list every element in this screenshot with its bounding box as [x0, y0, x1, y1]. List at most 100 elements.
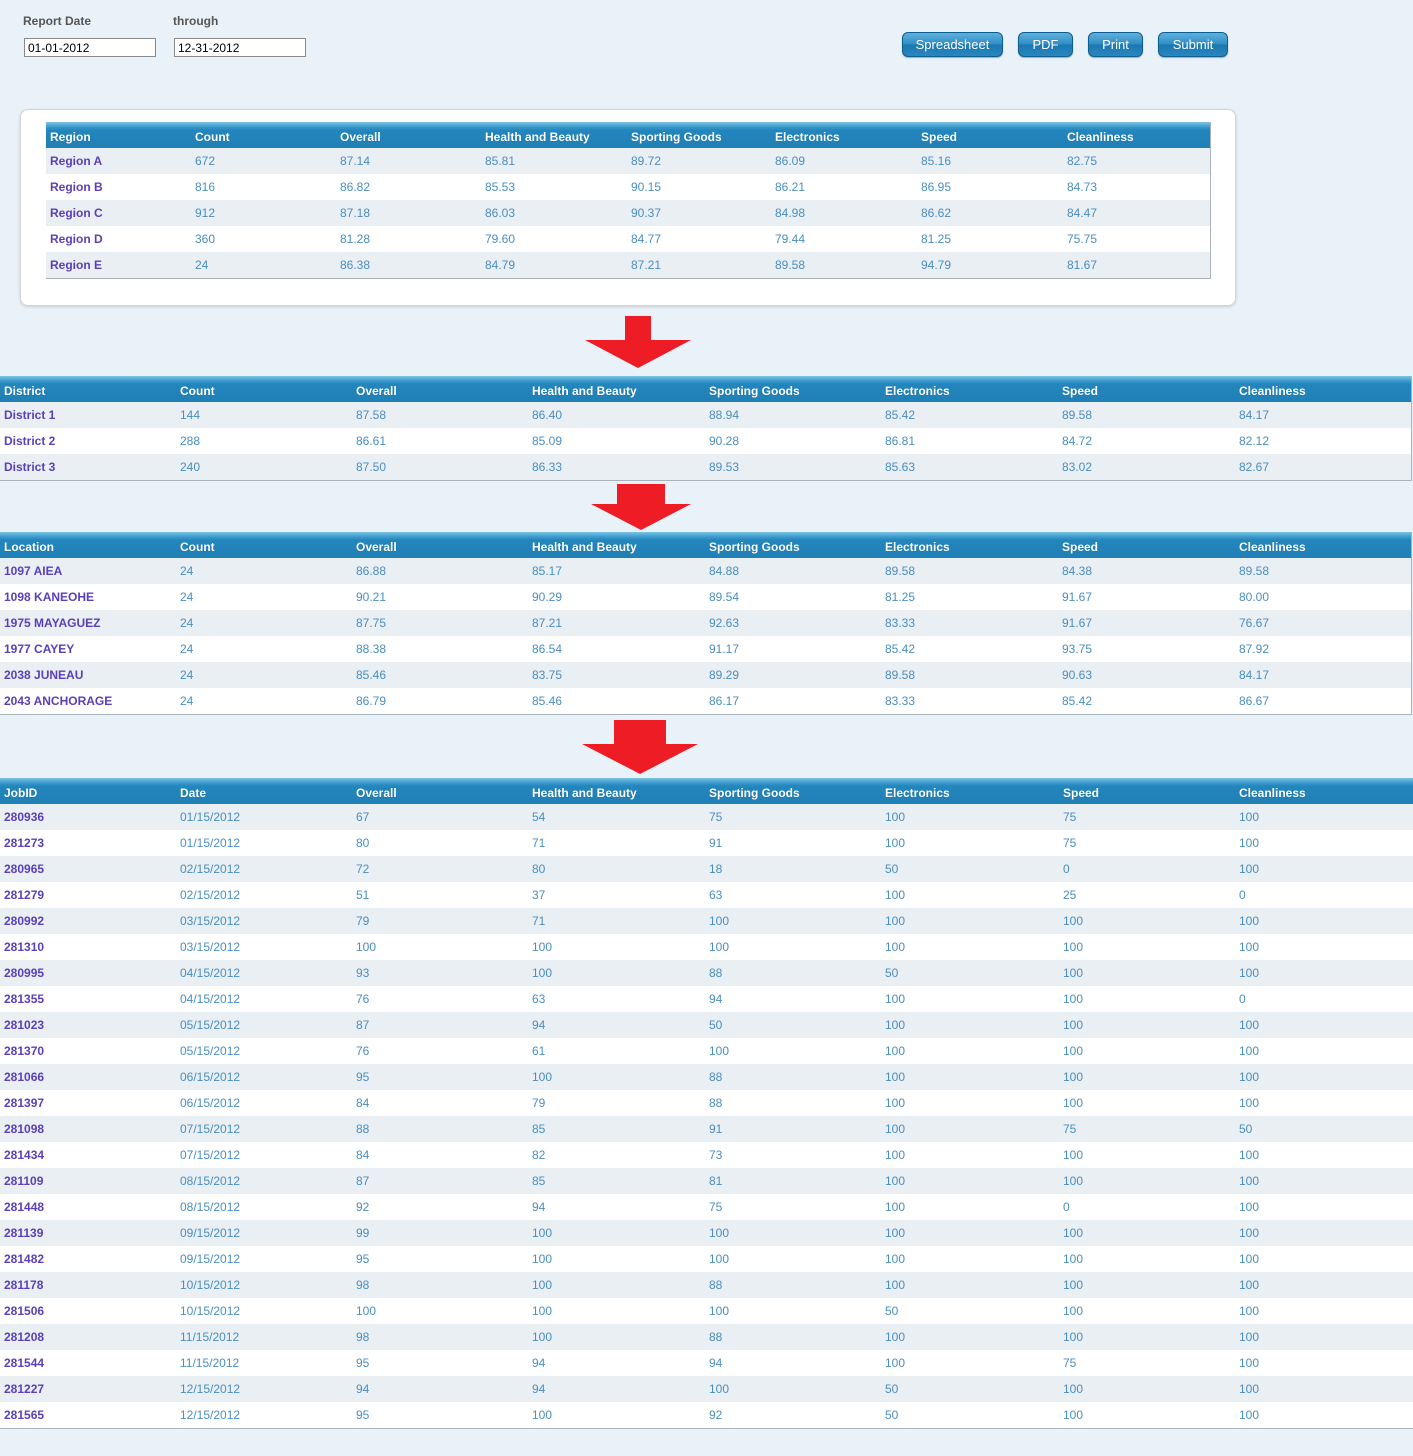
- column-header[interactable]: Overall: [352, 532, 528, 558]
- drill-down-link[interactable]: 281227: [4, 1382, 44, 1396]
- column-header[interactable]: Overall: [352, 376, 528, 402]
- drill-down-link[interactable]: Region A: [50, 154, 102, 168]
- drill-down-link[interactable]: 281279: [4, 888, 44, 902]
- column-header[interactable]: Region: [46, 122, 191, 148]
- drill-down-link[interactable]: Region C: [50, 206, 103, 220]
- row-key-cell: 281208: [0, 1324, 176, 1350]
- table-row: 281066 06/15/2012 95 100 88 100 100 100: [0, 1064, 1413, 1090]
- column-header[interactable]: Cleanliness: [1063, 122, 1210, 148]
- table-cell: 89.72: [627, 148, 771, 174]
- drill-down-link[interactable]: District 3: [4, 460, 55, 474]
- table-cell: 08/15/2012: [176, 1168, 352, 1194]
- column-header[interactable]: Sporting Goods: [627, 122, 771, 148]
- table-cell: 100: [881, 986, 1059, 1012]
- drill-down-link[interactable]: 1977 CAYEY: [4, 642, 74, 656]
- column-header[interactable]: JobID: [0, 778, 176, 804]
- drill-down-link[interactable]: 280992: [4, 914, 44, 928]
- drill-down-link[interactable]: 281448: [4, 1200, 44, 1214]
- column-header[interactable]: Electronics: [881, 376, 1058, 402]
- column-header[interactable]: Cleanliness: [1235, 778, 1413, 804]
- column-header[interactable]: Count: [176, 532, 352, 558]
- drill-down-link[interactable]: 281310: [4, 940, 44, 954]
- column-header[interactable]: District: [0, 376, 176, 402]
- table-cell: 100: [528, 1272, 705, 1298]
- drill-down-link[interactable]: 281098: [4, 1122, 44, 1136]
- drill-down-link[interactable]: 1098 KANEOHE: [4, 590, 94, 604]
- start-date-input[interactable]: [24, 38, 156, 57]
- table-cell: 100: [1059, 1064, 1235, 1090]
- submit-button[interactable]: Submit: [1158, 32, 1228, 57]
- print-button[interactable]: Print: [1088, 32, 1143, 57]
- drill-down-link[interactable]: 280936: [4, 810, 44, 824]
- table-cell: 100: [1235, 1220, 1413, 1246]
- column-header[interactable]: Sporting Goods: [705, 778, 881, 804]
- table-row: 281370 05/15/2012 76 61 100 100 100 100: [0, 1038, 1413, 1064]
- drill-down-link[interactable]: 281370: [4, 1044, 44, 1058]
- drill-down-link[interactable]: 281023: [4, 1018, 44, 1032]
- drill-down-link[interactable]: 280995: [4, 966, 44, 980]
- column-header[interactable]: Electronics: [881, 778, 1059, 804]
- table-cell: 100: [1235, 856, 1413, 882]
- column-header[interactable]: Speed: [1058, 532, 1235, 558]
- column-header[interactable]: Cleanliness: [1235, 532, 1411, 558]
- table-cell: 86.38: [336, 252, 481, 278]
- column-header[interactable]: Health and Beauty: [528, 376, 705, 402]
- drill-down-link[interactable]: 281544: [4, 1356, 44, 1370]
- column-header[interactable]: Speed: [917, 122, 1063, 148]
- drill-down-link[interactable]: 281355: [4, 992, 44, 1006]
- pdf-button[interactable]: PDF: [1018, 32, 1073, 57]
- drill-down-link[interactable]: 281565: [4, 1408, 44, 1422]
- table-cell: 84.88: [705, 558, 881, 584]
- column-header[interactable]: Speed: [1058, 376, 1235, 402]
- column-header[interactable]: Count: [176, 376, 352, 402]
- column-header[interactable]: Electronics: [881, 532, 1058, 558]
- drill-down-link[interactable]: 281482: [4, 1252, 44, 1266]
- column-header[interactable]: Health and Beauty: [528, 778, 705, 804]
- table-cell: 89.58: [771, 252, 917, 278]
- drill-down-link[interactable]: Region D: [50, 232, 103, 246]
- table-cell: 816: [191, 174, 336, 200]
- drill-down-link[interactable]: 280965: [4, 862, 44, 876]
- column-header[interactable]: Speed: [1059, 778, 1235, 804]
- table-cell: 90.63: [1058, 662, 1235, 688]
- table-cell: 85.63: [881, 454, 1058, 480]
- column-header[interactable]: Overall: [352, 778, 528, 804]
- column-header[interactable]: Sporting Goods: [705, 376, 881, 402]
- column-header[interactable]: Overall: [336, 122, 481, 148]
- table-row: 1975 MAYAGUEZ 24 87.75 87.21 92.63 83.33 91.67…: [0, 610, 1411, 636]
- drill-down-link[interactable]: 2038 JUNEAU: [4, 668, 83, 682]
- row-key-cell: 281544: [0, 1350, 176, 1376]
- drill-down-link[interactable]: 2043 ANCHORAGE: [4, 694, 112, 708]
- drill-down-link[interactable]: 281178: [4, 1278, 43, 1292]
- drill-down-link[interactable]: District 2: [4, 434, 55, 448]
- drill-down-link[interactable]: 1097 AIEA: [4, 564, 62, 578]
- table-cell: 88: [705, 1064, 881, 1090]
- spreadsheet-button[interactable]: Spreadsheet: [902, 32, 1003, 57]
- column-header[interactable]: Cleanliness: [1235, 376, 1411, 402]
- end-date-input[interactable]: [174, 38, 306, 57]
- drill-down-link[interactable]: Region E: [50, 258, 102, 272]
- column-header[interactable]: Health and Beauty: [528, 532, 705, 558]
- column-header[interactable]: Location: [0, 532, 176, 558]
- drill-down-link[interactable]: 281109: [4, 1174, 43, 1188]
- table-cell: 90.21: [352, 584, 528, 610]
- column-header[interactable]: Date: [176, 778, 352, 804]
- drill-down-link[interactable]: 281506: [4, 1304, 44, 1318]
- table-cell: 90.29: [528, 584, 705, 610]
- drill-down-link[interactable]: District 1: [4, 408, 55, 422]
- row-key-cell: 280992: [0, 908, 176, 934]
- drill-down-link[interactable]: 281273: [4, 836, 44, 850]
- drill-down-link[interactable]: 281397: [4, 1096, 44, 1110]
- column-header[interactable]: Sporting Goods: [705, 532, 881, 558]
- column-header[interactable]: Health and Beauty: [481, 122, 627, 148]
- table-cell: 100: [881, 1064, 1059, 1090]
- drill-down-link[interactable]: 1975 MAYAGUEZ: [4, 616, 101, 630]
- column-header[interactable]: Count: [191, 122, 336, 148]
- drill-down-link[interactable]: 281139: [4, 1226, 43, 1240]
- drill-down-link[interactable]: 281066: [4, 1070, 44, 1084]
- drill-down-link[interactable]: 281434: [4, 1148, 44, 1162]
- table-cell: 25: [1059, 882, 1235, 908]
- drill-down-link[interactable]: Region B: [50, 180, 103, 194]
- column-header[interactable]: Electronics: [771, 122, 917, 148]
- drill-down-link[interactable]: 281208: [4, 1330, 44, 1344]
